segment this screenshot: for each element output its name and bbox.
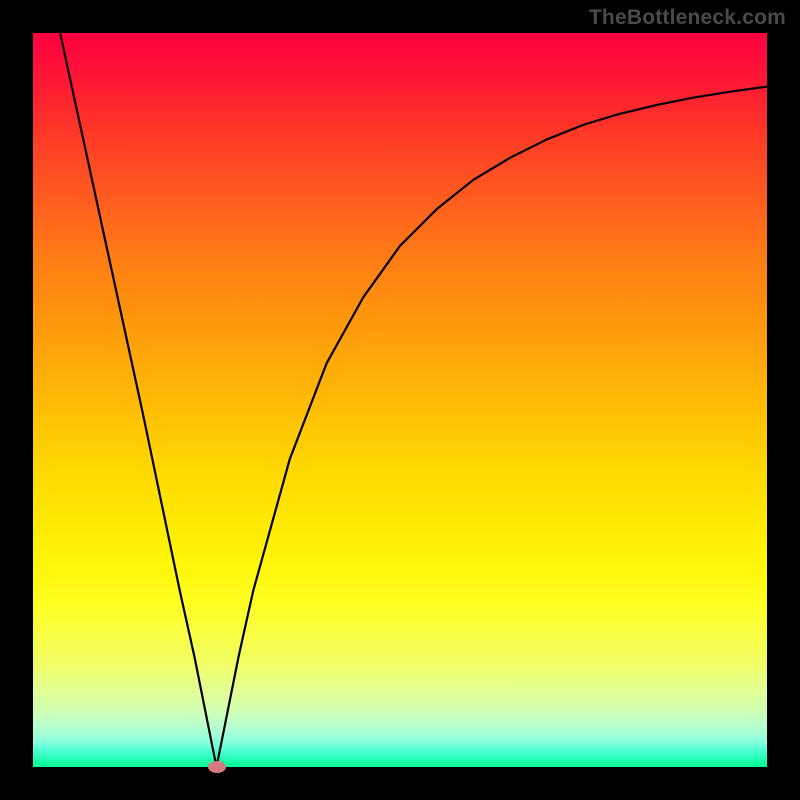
watermark-text: TheBottleneck.com xyxy=(589,6,786,30)
plot-area xyxy=(33,33,767,767)
chart-frame: TheBottleneck.com xyxy=(0,0,800,800)
bottleneck-curve xyxy=(33,33,767,767)
minimum-marker xyxy=(208,761,226,773)
